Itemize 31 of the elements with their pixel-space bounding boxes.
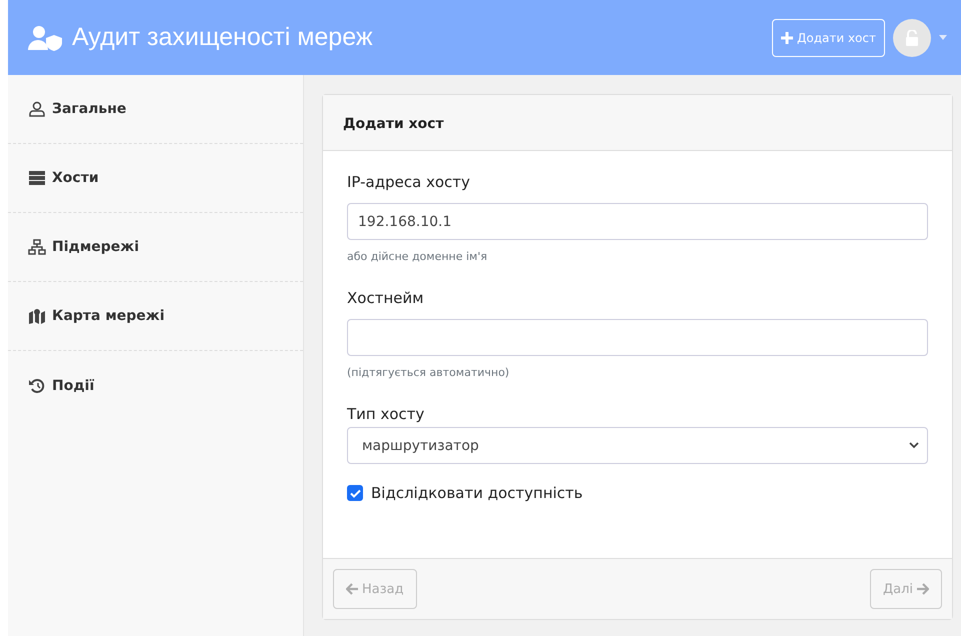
sidebar-item[interactable]: Події bbox=[8, 351, 303, 420]
help-text: або дійсне доменне ім'я bbox=[347, 250, 488, 263]
caret-icon[interactable] bbox=[939, 35, 947, 40]
help-text: (підтягується автоматично) bbox=[347, 366, 510, 379]
checkbox[interactable] bbox=[347, 485, 363, 501]
sidebar-item[interactable]: Підмережі bbox=[8, 213, 303, 282]
server-icon bbox=[28, 170, 46, 186]
history-icon bbox=[28, 378, 46, 394]
lock-icon bbox=[905, 30, 919, 46]
checkbox-label: Відслідковати доступність bbox=[371, 484, 583, 502]
app-title: Аудит захищеності мереж bbox=[72, 23, 374, 52]
input-field[interactable] bbox=[347, 319, 928, 356]
card-title: Додати хост bbox=[343, 116, 444, 132]
host-type-select[interactable]: маршрутизатор bbox=[347, 427, 928, 464]
sidebar-item[interactable]: Хости bbox=[8, 144, 303, 213]
map-icon bbox=[28, 308, 46, 324]
user-icon bbox=[28, 101, 46, 117]
network-icon bbox=[28, 239, 46, 255]
arrow-right-icon bbox=[916, 583, 929, 595]
user-shield-icon bbox=[28, 24, 64, 50]
field-label: IP-адреса хосту bbox=[347, 173, 471, 191]
check-icon bbox=[350, 488, 360, 498]
field-label: Хостнейм bbox=[347, 289, 425, 307]
chevron-down-icon bbox=[909, 442, 919, 449]
plus-icon bbox=[780, 32, 793, 44]
sidebar-item[interactable]: Загальне bbox=[8, 75, 303, 144]
arrow-left-icon bbox=[346, 583, 359, 595]
sidebar-item[interactable]: Карта мережі bbox=[8, 282, 303, 351]
field-label: Тип хосту bbox=[347, 405, 426, 423]
avatar[interactable] bbox=[893, 18, 931, 56]
input-field[interactable]: 192.168.10.1 bbox=[347, 203, 928, 240]
